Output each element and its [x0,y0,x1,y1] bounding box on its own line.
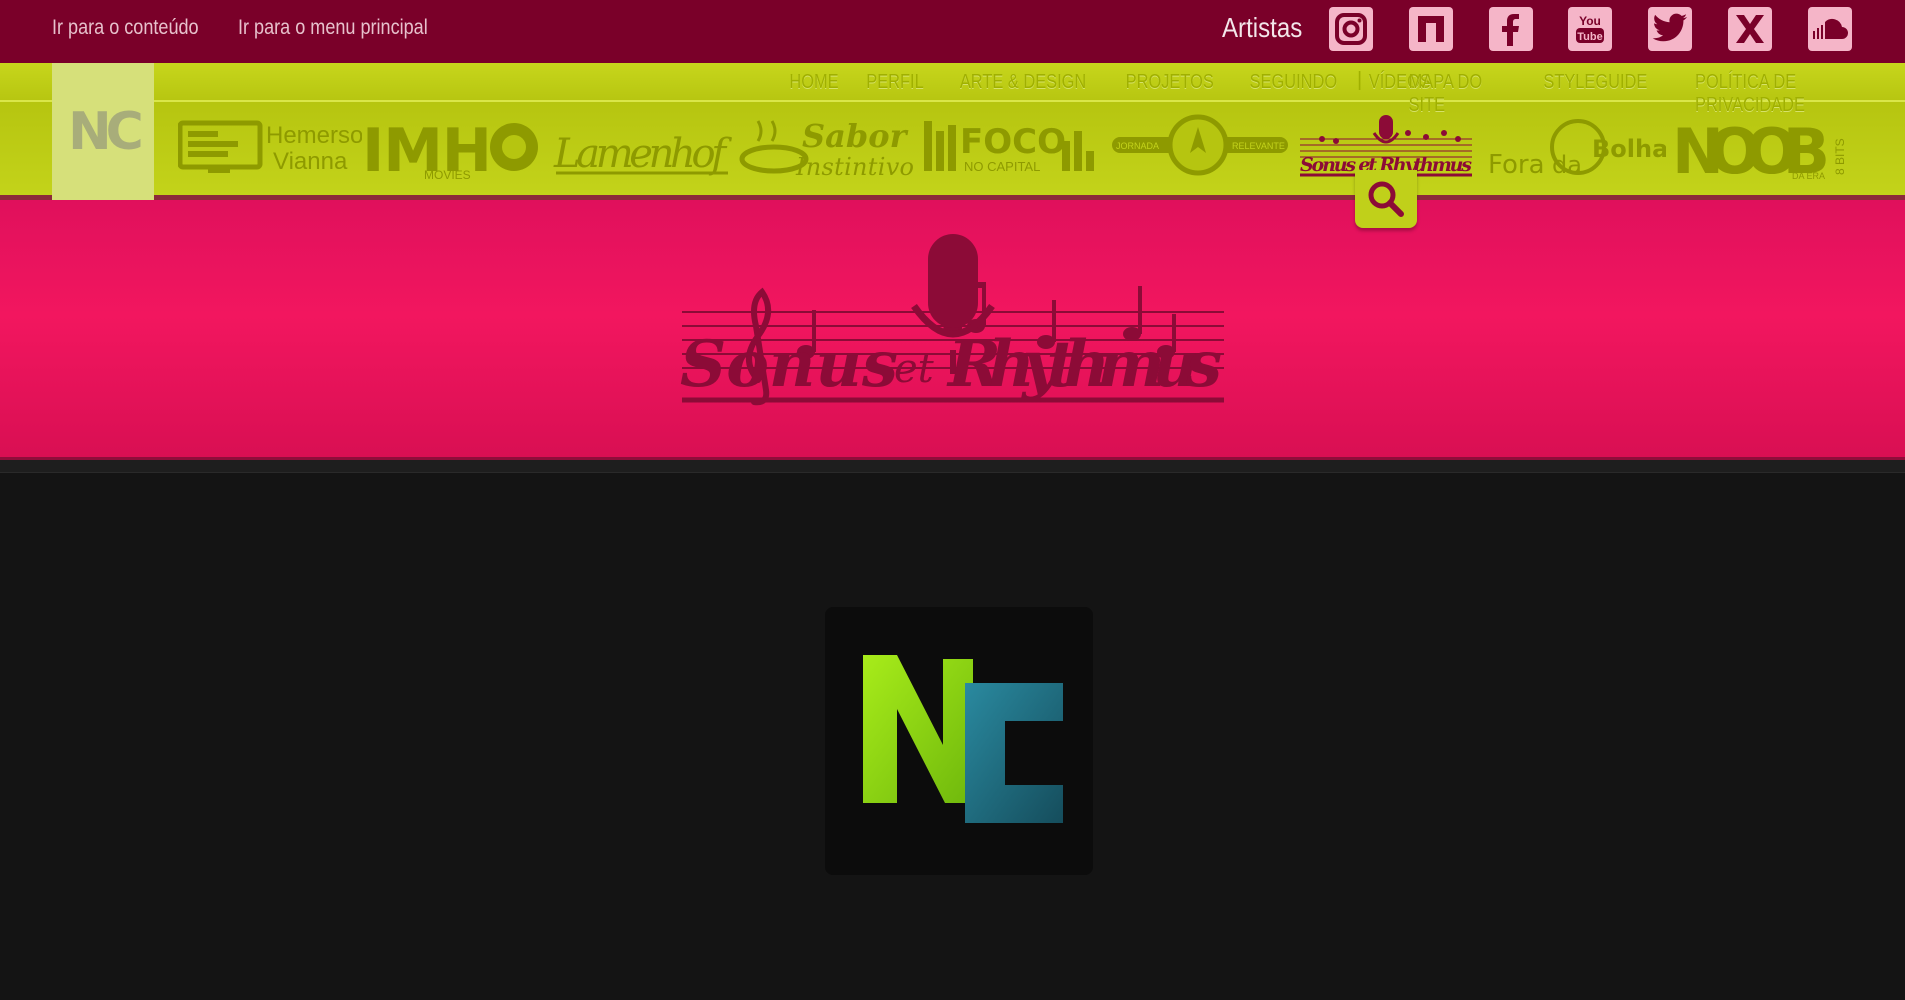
banner-title-right: Rhythmus [946,327,1222,402]
menu-separator: | [1357,69,1363,91]
menu-item-home[interactable]: HOME [783,71,845,94]
skip-to-content-link[interactable]: Ir para o conteúdo [52,16,199,40]
logo-jornada-left: JORNADA [1116,141,1159,151]
menu-item-seguindo[interactable]: SEGUINDO [1243,71,1344,94]
logo-jornada-right: RELEVANTE [1232,141,1285,151]
logo-noob-sub: DA ERA [1792,171,1825,181]
svg-text:Tube: Tube [1577,31,1602,43]
menu-item-projetos[interactable]: PROJETOS [1119,71,1220,94]
logo-jornada-relevante[interactable]: JORNADA RELEVANTE [1110,111,1290,181]
menu-item-arte-design[interactable]: ARTE & DESIGN [953,71,1093,94]
xing-icon[interactable] [1728,7,1772,51]
logo-sabor-top: Sabor [802,117,909,155]
nc-loading-logo: N C [725,494,1093,875]
logo-sabor-instintivo[interactable]: Sabor Instintivo [738,111,918,181]
logo-hemerson-vianna[interactable]: Hemerson Vianna [178,111,362,181]
menu-item-perfil[interactable]: PERFIL [860,71,931,94]
banner-title-left: Sonus [680,327,898,402]
instagram-icon[interactable] [1329,7,1373,51]
soundcloud-icon[interactable] [1808,7,1852,51]
banner-title-mid: et [894,346,935,392]
logo-sabor-bottom: Instintivo [795,153,914,181]
search-icon [1368,181,1404,217]
twitter-icon[interactable] [1648,7,1692,51]
logo-fora-right: Bolha [1592,135,1666,163]
logo-fora-left: Fora [1488,150,1545,180]
logo-foco-no-capital[interactable]: FOCO NO CAPITAL [922,111,1102,181]
logo-noob-bits: 8 BITS [1833,138,1847,175]
logo-hemerson-bottom: Vianna [273,148,348,175]
facebook-icon[interactable] [1489,7,1533,51]
top-bar: Ir para o conteúdo Ir para o menu princi… [0,0,1905,63]
logo-foco-text: FOCO [960,122,1066,162]
behance-icon[interactable] [1409,7,1453,51]
nc-home-logo[interactable]: NC [52,63,154,200]
logo-lamenhof[interactable]: Lamenhof [552,111,732,181]
search-button[interactable] [1355,170,1417,228]
logo-foco-sub: NO CAPITAL [964,159,1040,174]
artists-label: Artistas [1222,12,1303,43]
logo-imh-movies[interactable]: IMH MOVIES [362,111,542,181]
logo-hemerson-top: Hemerson [266,122,362,149]
banner-divider [0,460,1905,473]
artist-banner: Sonus et Rhythmus [0,200,1905,460]
logo-fora-da-bolha[interactable]: Fora da Bolha [1488,111,1666,181]
main-navigation: NC HOME PERFIL ARTE & DESIGN PROJETOS SE… [0,63,1905,200]
skip-to-menu-link[interactable]: Ir para o menu principal [238,16,428,40]
logo-imh-sub: MOVIES [424,168,471,181]
sonus-et-rhythmus-logo: Sonus et Rhythmus [680,234,1224,406]
logo-noob-8-bits[interactable]: NOOB DA ERA 8 BITS [1672,111,1856,181]
primary-menu: HOME PERFIL ARTE & DESIGN PROJETOS SEGUI… [776,71,1446,94]
logo-fora-mid: da [1552,151,1582,179]
logo-lamenhof-text: Lamenhof [553,131,732,177]
youtube-icon[interactable]: You Tube [1568,7,1612,51]
svg-text:You: You [1579,14,1601,28]
